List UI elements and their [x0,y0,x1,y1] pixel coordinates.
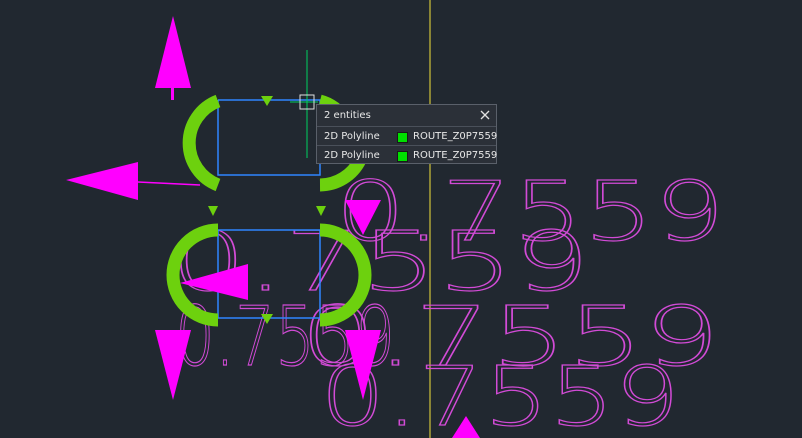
grip-arrow-left-stem [137,181,201,186]
selection-popup: 2 entities 2D Polyline ROUTE_Z0P7559 2D … [316,104,497,164]
entity-layer: ROUTE_Z0P7559 [413,150,498,161]
popup-header: 2 entities [324,110,371,121]
dimension-text-5[interactable]: 0.7559 [319,349,680,438]
entity-row[interactable]: 2D Polyline ROUTE_Z0P7559 [317,126,498,145]
direction-marker [261,96,273,106]
entity-layer: ROUTE_Z0P7559 [413,131,498,142]
grip-arrow-left[interactable] [66,162,138,200]
polyline-top[interactable] [217,99,321,176]
layer-color-swatch [397,151,408,162]
arc-top-left[interactable] [182,94,221,192]
grip-arrow-up[interactable] [155,16,191,88]
entity-type: 2D Polyline [324,131,380,142]
entity-row[interactable]: 2D Polyline ROUTE_Z0P7559 [317,145,498,164]
layer-color-swatch [397,132,408,143]
close-icon[interactable] [478,108,492,122]
drawing-canvas[interactable]: 0.7559 0.7559 0.7559 0.7559 0.7559 [0,0,802,438]
grip-arrow-up-stem [171,88,174,100]
entity-type: 2D Polyline [324,150,380,161]
